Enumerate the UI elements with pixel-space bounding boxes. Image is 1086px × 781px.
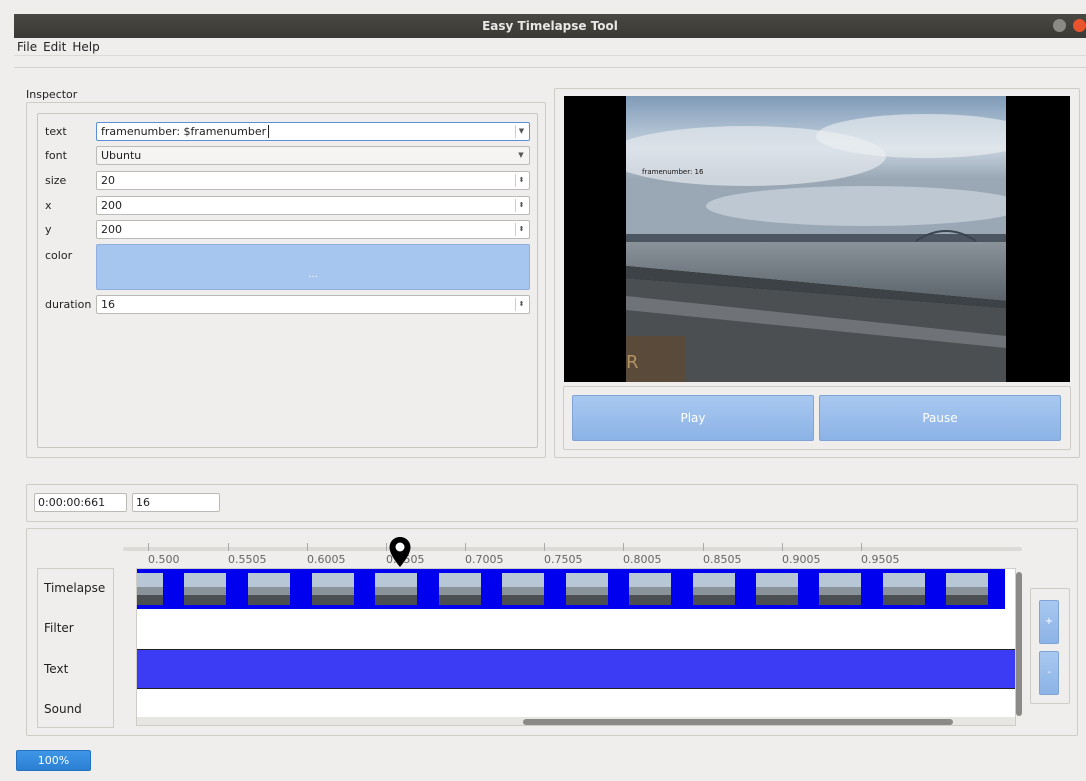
ruler-label: 0.7505 [544,553,583,566]
video-frame: R framenumber: 16 [626,96,1006,382]
frame-thumbnail [137,573,163,605]
y-label: y [45,223,52,236]
ruler-tick [782,543,783,551]
timelapse-track[interactable] [137,569,1005,609]
font-combo[interactable]: Ubuntu ▼ [96,146,530,165]
text-cursor [268,125,270,138]
map-pin-icon[interactable] [388,536,412,568]
inspector-title: Inspector [26,88,78,101]
color-button[interactable]: ... [96,244,530,290]
frame-thumbnail [502,573,544,605]
frame-thumbnail [693,573,735,605]
zoom-in-button[interactable]: + [1039,600,1059,644]
y-spinbox[interactable]: 200 ⬍ [96,220,530,239]
frame-thumbnail [439,573,481,605]
ruler-tick [703,543,704,551]
logo-text: R [626,352,639,373]
font-label: font [45,149,67,162]
ruler-label: 0.500 [148,553,180,566]
ruler-label: 0.6005 [307,553,346,566]
menubar: File Edit Help [14,38,1086,56]
menu-help[interactable]: Help [69,38,102,56]
frame-field[interactable]: 16 [132,493,220,512]
frame-thumbnail [184,573,226,605]
close-icon[interactable] [1073,19,1086,32]
menu-edit[interactable]: Edit [40,38,69,56]
video-overlay-text: framenumber: 16 [642,168,704,176]
play-button[interactable]: Play [572,395,814,441]
ruler-label: 0.8005 [623,553,662,566]
x-value: 200 [101,199,122,212]
ruler-tick [148,543,149,551]
track-label-timelapse: Timelapse [44,581,106,595]
track-label-text: Text [44,662,69,676]
city-river-image: R [626,96,1006,382]
text-track-clip[interactable] [137,649,1015,689]
duration-label: duration [45,298,92,311]
menu-file[interactable]: File [14,38,40,56]
video-preview: R framenumber: 16 [564,96,1070,382]
frame-thumbnail [566,573,608,605]
spin-arrows-icon[interactable]: ⬍ [515,298,527,311]
timeline-tracks[interactable] [136,568,1016,726]
x-label: x [45,199,52,212]
ruler-tick [465,543,466,551]
ruler-tick [623,543,624,551]
hscrollbar-thumb[interactable] [523,719,953,725]
frame-thumbnail [375,573,417,605]
spin-arrows-icon[interactable]: ⬍ [515,223,527,236]
ruler-label: 0.9505 [861,553,900,566]
ruler-label: 0.7005 [465,553,504,566]
spin-arrows-icon[interactable]: ⬍ [515,199,527,212]
ruler-label: 0.8505 [703,553,742,566]
ruler-tick [386,543,387,551]
window-title: Easy Timelapse Tool [482,19,618,33]
x-spinbox[interactable]: 200 ⬍ [96,196,530,215]
chevron-down-icon[interactable]: ▼ [515,125,527,138]
zoom-level-indicator[interactable]: 100% [16,750,91,771]
frame-thumbnail [312,573,354,605]
duration-spinbox[interactable]: 16 ⬍ [96,295,530,314]
zoom-out-button[interactable]: - [1039,651,1059,695]
duration-value: 16 [101,298,115,311]
ruler-tick [228,543,229,551]
ruler-label: 0.9005 [782,553,821,566]
color-label: color [45,249,73,262]
pause-button[interactable]: Pause [819,395,1061,441]
frame-thumbnail [248,573,290,605]
ruler-tick [861,543,862,551]
size-spinbox[interactable]: 20 ⬍ [96,171,530,190]
frame-thumbnail [946,573,988,605]
size-label: size [45,174,67,187]
ruler-tick [307,543,308,551]
track-label-sound: Sound [44,702,82,716]
timeline-vscrollbar[interactable] [1016,568,1025,718]
text-label: text [45,125,67,138]
track-label-filter: Filter [44,621,74,635]
font-value: Ubuntu [101,149,142,162]
minimize-icon[interactable] [1052,19,1066,32]
chevron-down-icon[interactable]: ▼ [515,149,527,162]
frame-thumbnail [756,573,798,605]
timeline-ruler[interactable] [123,547,1022,551]
ruler-tick [544,543,545,551]
window-titlebar: Easy Timelapse Tool [14,14,1086,38]
frame-thumbnail [883,573,925,605]
window-controls [1050,19,1086,33]
frame-thumbnail [819,573,861,605]
vscrollbar-thumb[interactable] [1016,572,1022,716]
timeline-hscrollbar[interactable] [137,717,1015,725]
text-combo[interactable]: framenumber: $framenumber ▼ [96,122,530,141]
y-value: 200 [101,223,122,236]
ruler-label: 0.5505 [228,553,267,566]
spin-arrows-icon[interactable]: ⬍ [515,174,527,187]
toolbar [14,56,1086,68]
frame-thumbnail [629,573,671,605]
size-value: 20 [101,174,115,187]
text-value: framenumber: $framenumber [101,125,267,138]
timecode-field[interactable]: 0:00:00:661 [34,493,127,512]
